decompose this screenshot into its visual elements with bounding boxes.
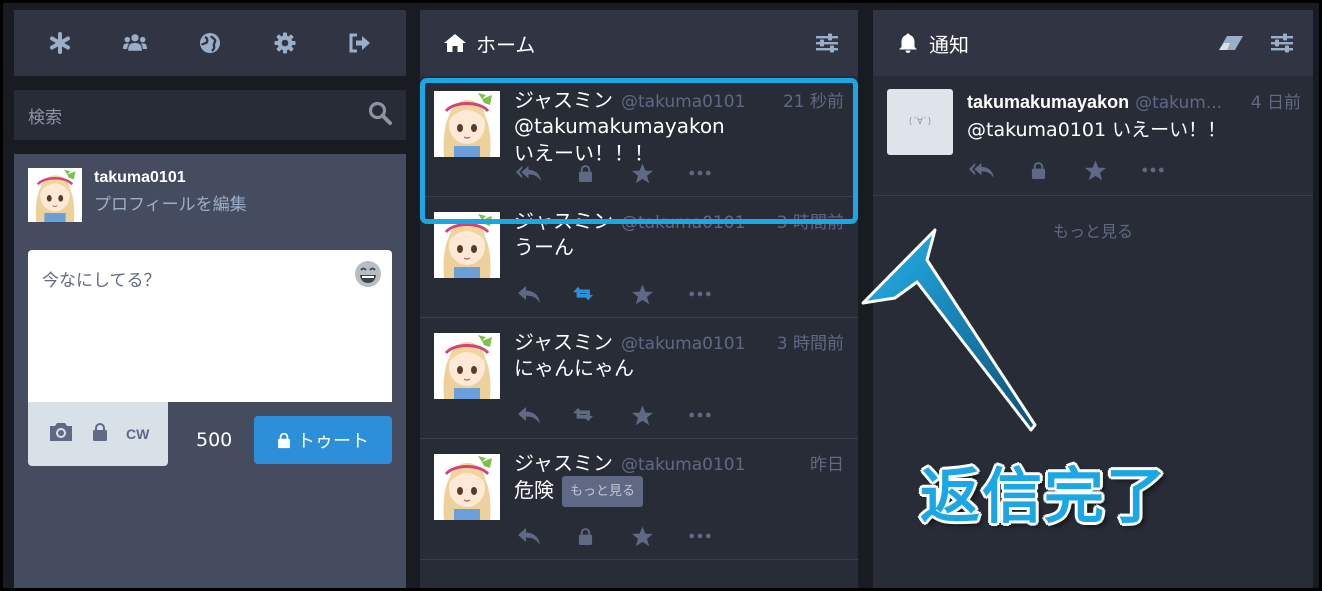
compose-form: takuma0101 プロフィールを編集 今なにしてる？ CW 500 トゥート	[14, 154, 406, 591]
favourite-star-icon[interactable]	[630, 283, 655, 305]
status-actions	[516, 404, 712, 426]
status-actions	[516, 525, 712, 547]
character-counter: 500	[196, 429, 233, 451]
relative-time[interactable]: 3 時間前	[777, 329, 844, 354]
boost-icon[interactable]	[573, 283, 598, 305]
favourite-star-icon[interactable]	[1083, 159, 1108, 181]
status-content-line: にゃんにゃん	[514, 356, 634, 380]
notification-item[interactable]: (´∀`) takumakumayakon @takum... 4 日前 @ta…	[873, 76, 1313, 196]
search-bar[interactable]: 検索	[14, 90, 406, 140]
toot-label: トゥート	[297, 431, 369, 452]
reply-icon[interactable]	[516, 283, 541, 305]
navigation-bar-profile: takuma0101 プロフィールを編集	[28, 168, 247, 222]
status-content-line: うーん	[514, 235, 574, 259]
status-actions	[516, 283, 712, 305]
federated-timeline-globe-icon[interactable]	[198, 31, 222, 55]
annotation-arrow	[861, 228, 1037, 432]
relative-time[interactable]: 4 日前	[1251, 88, 1301, 113]
column-settings-sliders-icon[interactable]	[1271, 33, 1293, 53]
privacy-lock-icon[interactable]	[92, 422, 108, 446]
account-handle: @takum...	[1135, 93, 1223, 113]
show-more-button[interactable]: もっと見る	[562, 476, 644, 507]
avatar[interactable]	[434, 333, 500, 399]
status-content: うーん	[514, 234, 844, 261]
more-dots-icon[interactable]	[687, 404, 712, 426]
drawer-header	[14, 10, 406, 76]
clear-eraser-icon[interactable]	[1219, 35, 1243, 51]
status-content: @takuma0101 いえーい！！	[967, 119, 1227, 141]
content-warning-button[interactable]: CW	[126, 426, 149, 442]
notifications-column-title: 通知	[929, 32, 969, 57]
reply-icon[interactable]	[516, 525, 541, 547]
boost-icon[interactable]	[573, 404, 598, 426]
column-settings-sliders-icon[interactable]	[816, 33, 838, 53]
profile-username[interactable]: takuma0101	[94, 169, 247, 187]
compose-textarea[interactable]: 今なにしてる？	[28, 250, 392, 402]
notifications-column-header[interactable]: 通知	[873, 10, 1313, 76]
status-content-line: 危険	[514, 478, 554, 502]
relative-time[interactable]: 昨日	[810, 450, 844, 475]
account-handle: @takuma0101	[621, 334, 746, 354]
preferences-gear-icon[interactable]	[273, 31, 297, 55]
avatar[interactable]: (´∀`)	[887, 89, 953, 155]
getting-started-icon[interactable]	[48, 31, 72, 55]
status-item[interactable]: ジャスミン @takuma0101 昨日 危険 もっと見る	[420, 439, 858, 560]
compose-options: CW	[28, 402, 168, 466]
camera-icon[interactable]	[48, 421, 74, 447]
favourite-star-icon[interactable]	[630, 404, 655, 426]
drawer-column: 検索 takuma0101 プロフィールを編集 今なにしてる？ CW 500 ト…	[14, 10, 406, 591]
local-timeline-icon[interactable]	[122, 31, 147, 55]
toot-button[interactable]: トゥート	[254, 416, 392, 464]
lock-icon	[573, 525, 598, 547]
favourite-star-icon[interactable]	[630, 525, 655, 547]
status-actions	[969, 159, 1165, 181]
more-dots-icon[interactable]	[687, 525, 712, 547]
status-content: にゃんにゃん	[514, 355, 844, 382]
search-icon	[368, 101, 392, 129]
lock-icon	[277, 432, 291, 449]
home-column-title: ホーム	[476, 32, 536, 57]
display-name[interactable]: ジャスミン	[514, 326, 613, 355]
display-name[interactable]: takumakumayakon	[967, 92, 1129, 113]
avatar[interactable]	[28, 168, 82, 222]
highlight-box	[420, 78, 858, 224]
reply-icon[interactable]	[516, 404, 541, 426]
bell-icon	[899, 33, 917, 53]
search-input[interactable]: 検索	[28, 103, 368, 128]
annotation-label: 返信完了	[920, 462, 1168, 532]
home-column-header[interactable]: ホーム	[420, 10, 858, 76]
lock-icon	[1026, 159, 1051, 181]
edit-profile-link[interactable]: プロフィールを編集	[94, 190, 247, 215]
more-dots-icon[interactable]	[687, 283, 712, 305]
account-handle: @takuma0101	[621, 455, 746, 475]
display-name[interactable]: ジャスミン	[514, 447, 613, 476]
home-icon	[444, 34, 466, 52]
reply-all-icon[interactable]	[969, 159, 994, 181]
status-content: 危険 もっと見る	[514, 476, 844, 507]
more-dots-icon[interactable]	[1140, 159, 1165, 181]
compose-placeholder: 今なにしてる？	[42, 271, 161, 291]
logout-icon[interactable]	[348, 31, 372, 55]
emoji-picker-icon[interactable]	[354, 260, 382, 292]
status-item[interactable]: ジャスミン @takuma0101 3 時間前 にゃんにゃん	[420, 318, 858, 439]
avatar[interactable]	[434, 454, 500, 520]
